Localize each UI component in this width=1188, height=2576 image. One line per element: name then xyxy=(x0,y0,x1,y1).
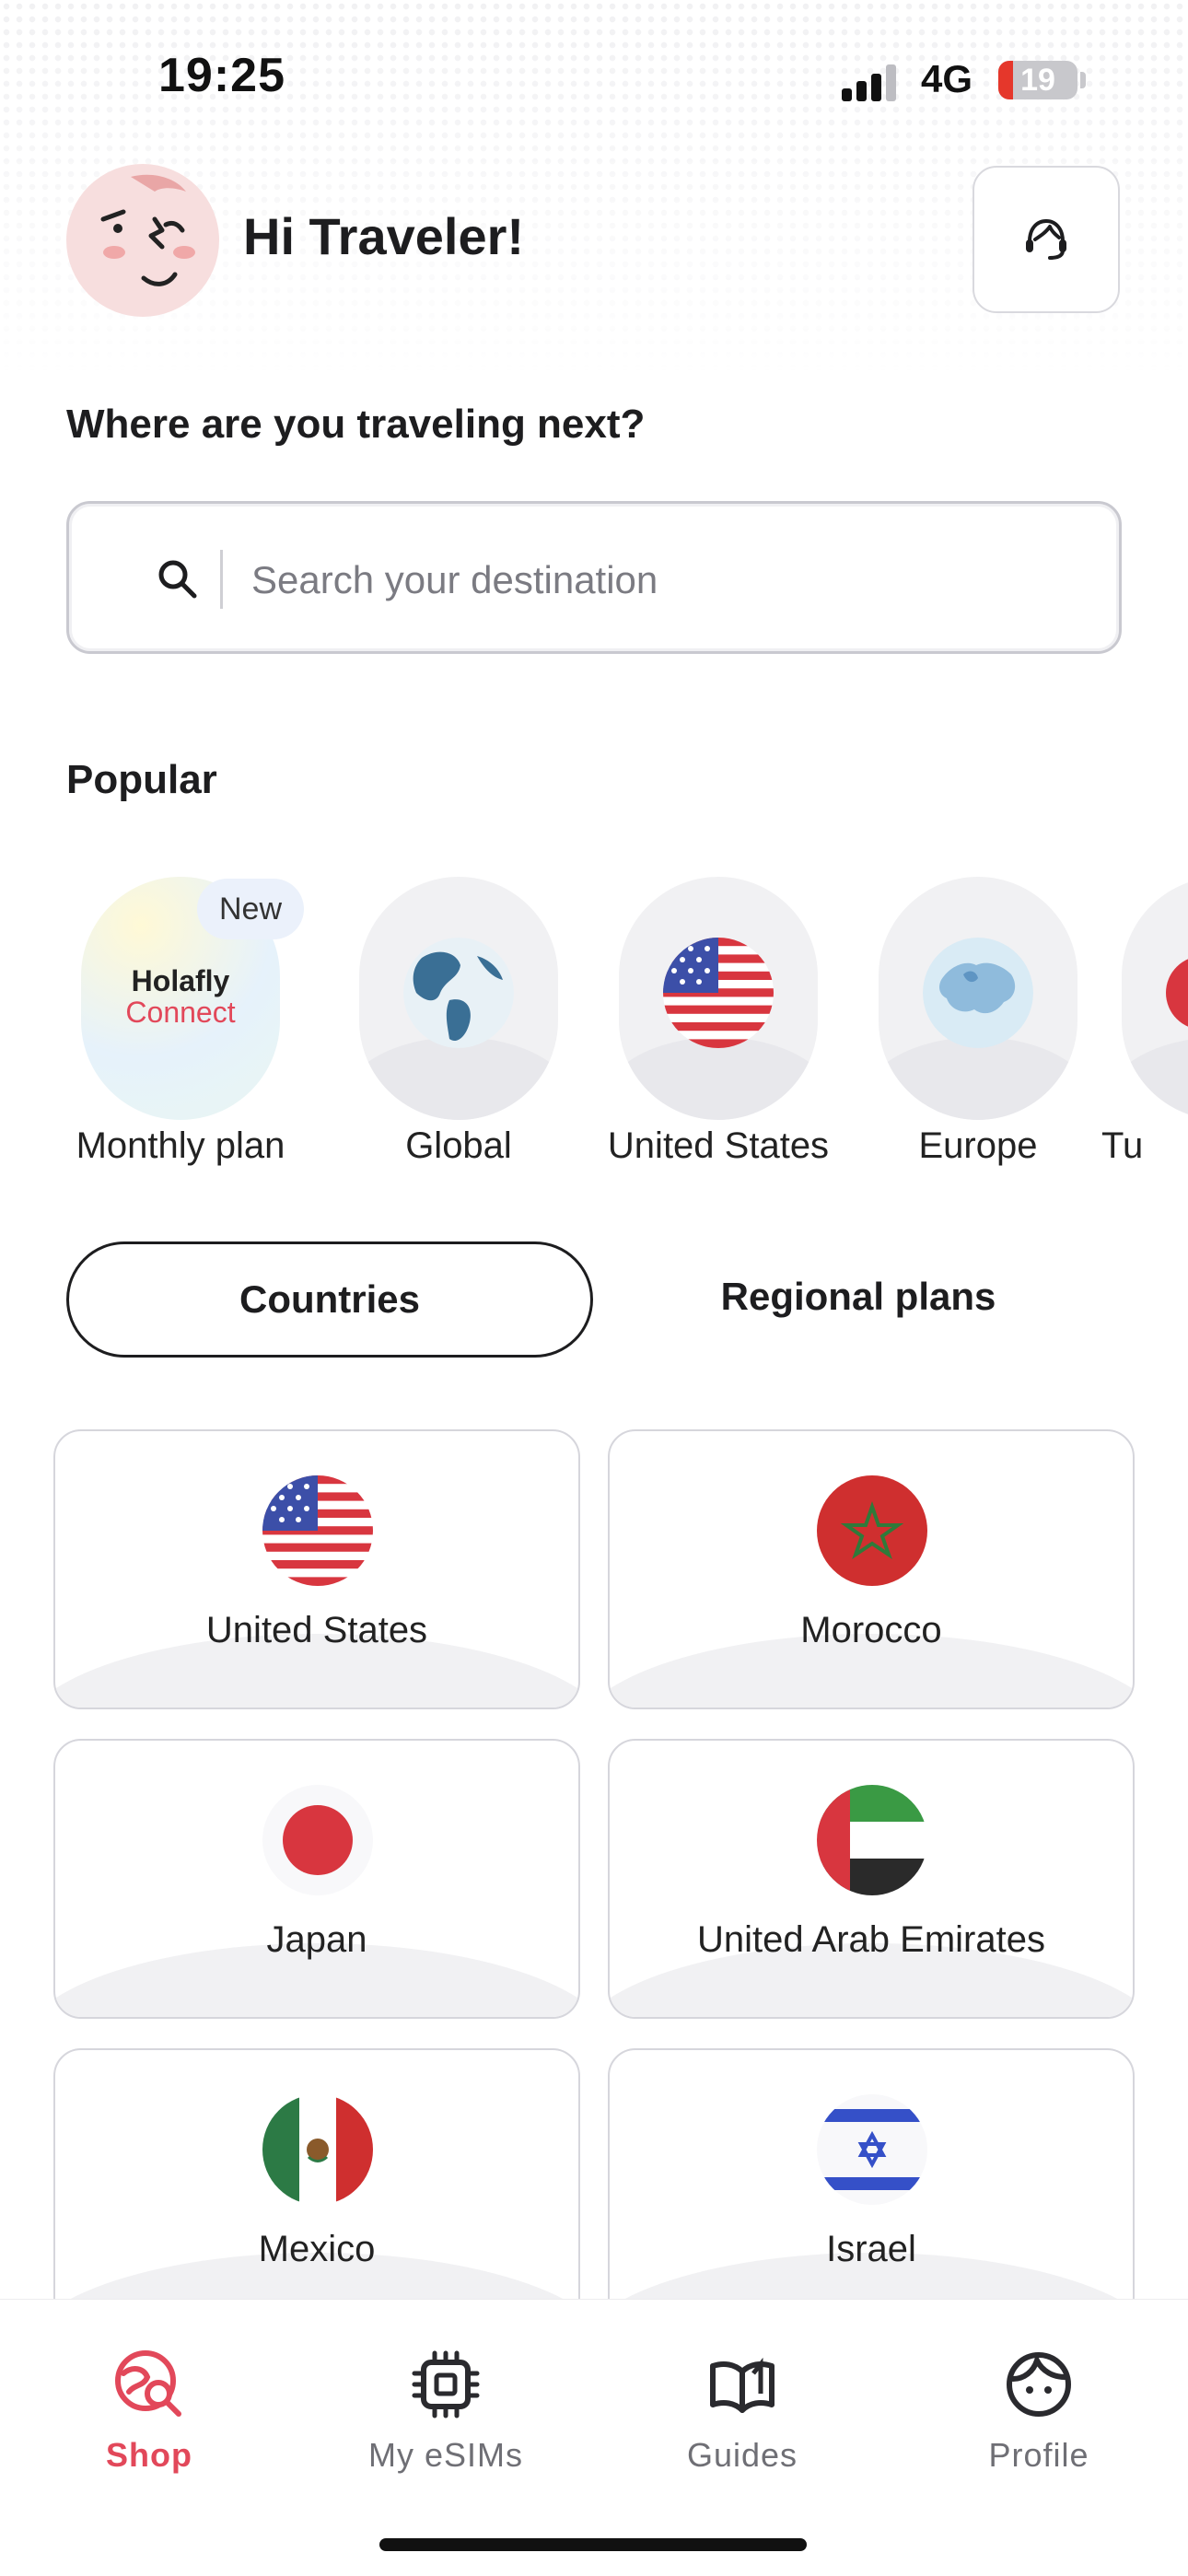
tab-countries[interactable]: Countries xyxy=(66,1241,593,1358)
flag-mexico-icon xyxy=(262,2094,373,2205)
search-box[interactable] xyxy=(66,501,1122,654)
popular-item-partial[interactable]: Tu xyxy=(1101,877,1188,1166)
flag-israel-icon xyxy=(817,2094,927,2205)
battery-icon: 19 xyxy=(998,61,1077,99)
greeting-title: Hi Traveler! xyxy=(243,207,525,265)
face-avatar-icon[interactable] xyxy=(66,164,219,317)
holafly-connect-logo: Holafly Connect xyxy=(125,964,236,1029)
search-icon xyxy=(158,560,197,599)
tab-label: My eSIMs xyxy=(367,2436,523,2474)
country-card-japan[interactable]: Japan xyxy=(53,1739,580,2019)
country-card-mexico[interactable]: Mexico xyxy=(53,2048,580,2328)
book-icon xyxy=(710,2357,775,2413)
flag-us-icon xyxy=(262,1475,373,1586)
tab-label: Shop xyxy=(106,2436,192,2474)
popular-item-label: Tu xyxy=(1101,1125,1144,1166)
globe-americas-icon xyxy=(403,938,514,1048)
tab-my-esims[interactable]: My eSIMs xyxy=(335,2346,556,2475)
tab-guides[interactable]: Guides xyxy=(632,2346,853,2475)
support-button[interactable] xyxy=(973,166,1120,313)
destination-question: Where are you traveling next? xyxy=(66,402,646,447)
home-indicator[interactable] xyxy=(379,2538,807,2551)
tab-label: Guides xyxy=(686,2436,798,2474)
popular-item-global[interactable]: Global xyxy=(357,877,560,1166)
profile-face-icon xyxy=(1007,2352,1071,2417)
battery-level: 19 xyxy=(1020,63,1055,98)
popular-item-united-states[interactable]: United States xyxy=(608,877,829,1166)
country-name: United Arab Emirates xyxy=(697,1919,1045,1960)
flag-us-icon xyxy=(663,938,774,1048)
tab-shop[interactable]: Shop xyxy=(39,2346,260,2475)
country-name: Mexico xyxy=(258,2229,376,2269)
country-card-israel[interactable]: Israel xyxy=(608,2048,1135,2328)
new-badge: New xyxy=(197,879,304,939)
country-name: United States xyxy=(205,1610,428,1650)
popular-item-label: Monthly plan xyxy=(76,1125,285,1166)
flag-morocco-icon xyxy=(817,1475,927,1586)
signal-icon xyxy=(842,64,899,101)
flag-japan-icon xyxy=(262,1785,373,1895)
popular-item-label: Europe xyxy=(918,1125,1038,1166)
status-bar: 19:25 4G 19 xyxy=(0,0,1188,147)
status-time: 19:25 xyxy=(158,49,285,102)
flag-uae-icon xyxy=(817,1785,927,1895)
tab-label: Profile xyxy=(988,2436,1089,2474)
popular-item-europe[interactable]: Europe xyxy=(877,877,1079,1166)
country-card-united-arab-emirates[interactable]: United Arab Emirates xyxy=(608,1739,1135,2019)
country-name: Japan xyxy=(266,1919,367,1960)
tab-regional-plans[interactable]: Regional plans xyxy=(645,1241,1072,1358)
country-name: Morocco xyxy=(800,1610,942,1650)
bottom-tab-bar: Shop My eSIMs Guides Profile xyxy=(0,2299,1188,2576)
headset-icon xyxy=(1026,218,1066,260)
shop-globe-icon xyxy=(115,2350,181,2417)
globe-europe-icon xyxy=(923,938,1033,1048)
country-name: Israel xyxy=(826,2229,916,2269)
tab-profile[interactable]: Profile xyxy=(928,2346,1149,2475)
country-card-morocco[interactable]: Morocco xyxy=(608,1429,1135,1709)
country-card-united-states[interactable]: United States xyxy=(53,1429,580,1709)
popular-title: Popular xyxy=(66,757,217,802)
network-type: 4G xyxy=(921,57,973,100)
chip-icon xyxy=(412,2350,480,2419)
search-input[interactable] xyxy=(250,541,1082,620)
